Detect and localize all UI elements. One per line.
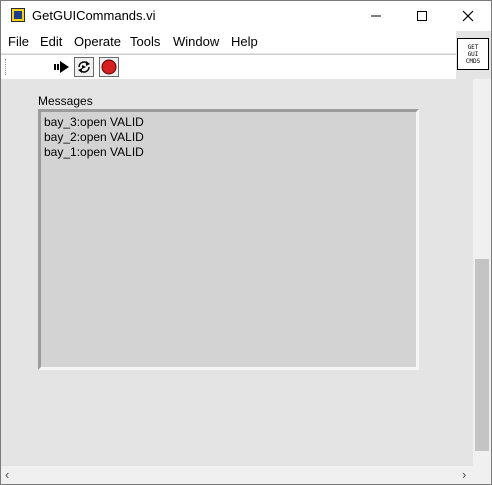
- scrollbar-corner: [473, 466, 491, 484]
- maximize-button[interactable]: [399, 1, 445, 31]
- menu-operate[interactable]: Operate: [74, 34, 121, 49]
- abort-stop-icon: [101, 59, 117, 75]
- scroll-left-icon[interactable]: ‹: [5, 468, 9, 482]
- horizontal-scrollbar[interactable]: ‹ ›: [1, 466, 473, 484]
- title-bar[interactable]: GetGUICommands.vi: [1, 1, 491, 31]
- abort-button[interactable]: [99, 57, 119, 77]
- toolbar: [1, 54, 456, 80]
- run-button[interactable]: [52, 57, 72, 77]
- vertical-scrollbar[interactable]: [473, 79, 491, 466]
- message-line: bay_3:open VALID: [44, 115, 144, 129]
- messages-indicator[interactable]: bay_3:open VALID bay_2:open VALID bay_1:…: [38, 109, 419, 370]
- vi-connector-icon[interactable]: GET GUI CMDS: [457, 38, 489, 70]
- minimize-icon: [371, 15, 381, 17]
- run-arrow-icon: [54, 61, 69, 73]
- vertical-scroll-thumb[interactable]: [475, 259, 489, 451]
- minimize-button[interactable]: [353, 1, 399, 31]
- maximize-icon: [417, 11, 427, 21]
- menu-edit[interactable]: Edit: [40, 34, 62, 49]
- scroll-right-icon[interactable]: ›: [462, 468, 466, 482]
- run-continuously-icon: [78, 61, 90, 73]
- labview-vi-icon: [11, 8, 25, 22]
- front-panel: Messages bay_3:open VALID bay_2:open VAL…: [1, 79, 473, 466]
- menu-tools[interactable]: Tools: [130, 34, 160, 49]
- menu-bar: File Edit Operate Tools Window Help: [1, 31, 456, 53]
- window-title: GetGUICommands.vi: [32, 8, 156, 23]
- menu-window[interactable]: Window: [173, 34, 219, 49]
- close-icon: [462, 10, 474, 22]
- message-line: bay_1:open VALID: [44, 145, 144, 159]
- close-button[interactable]: [445, 1, 491, 31]
- run-continuously-button[interactable]: [74, 57, 94, 77]
- menu-file[interactable]: File: [8, 34, 29, 49]
- menu-help[interactable]: Help: [231, 34, 258, 49]
- message-line: bay_2:open VALID: [44, 130, 144, 144]
- toolbar-grip: [5, 59, 9, 75]
- vi-window: GetGUICommands.vi File Edit Operate Tool…: [0, 0, 492, 485]
- messages-label: Messages: [38, 94, 93, 108]
